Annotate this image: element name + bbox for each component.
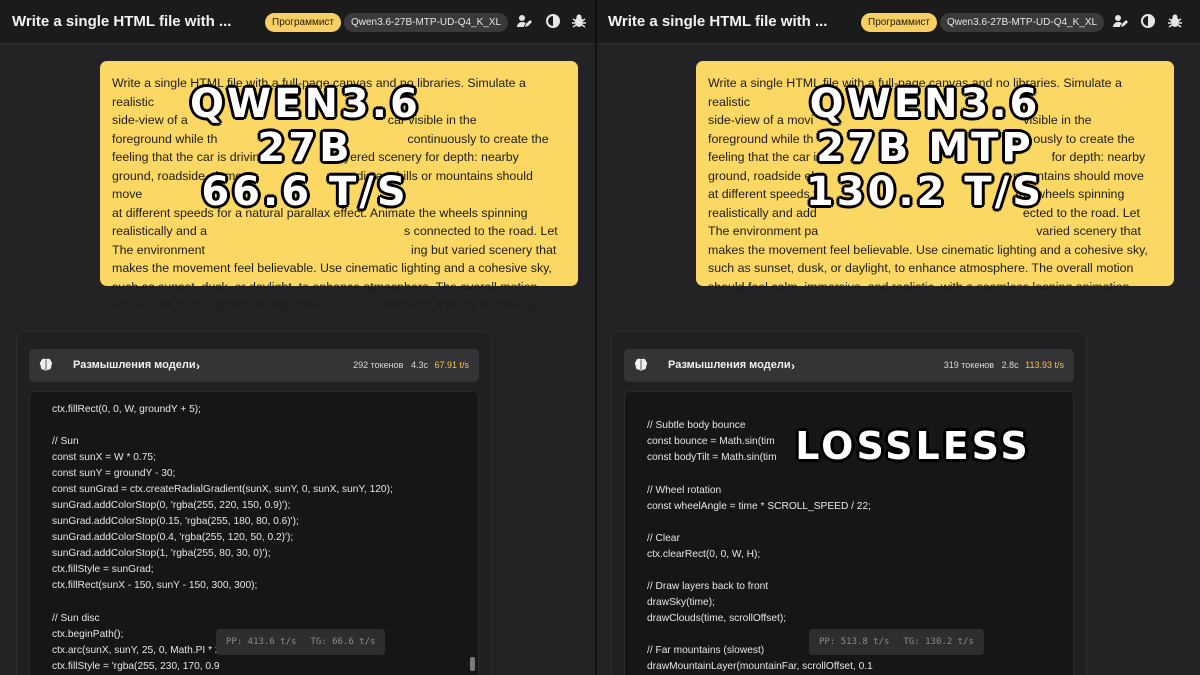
brain-icon (634, 358, 648, 371)
prompt-line: The environment pa varied scenery that (708, 224, 1141, 238)
left-topbar: Write a single HTML file with ... Програ… (0, 0, 595, 44)
code-line: const sunX = W * 0.75; (52, 452, 156, 463)
contrast-icon[interactable] (1140, 13, 1156, 29)
overlay-line: 27B (257, 125, 353, 171)
code-line: ctx.fillStyle = 'rgba(255, 230, 170, 0.9 (52, 661, 220, 672)
code-line: sunGrad.addColorStop(0.4, 'rgba(255, 120… (52, 532, 294, 543)
overlay-line: 66.6 T/S (201, 169, 409, 215)
model-badge[interactable]: Qwen3.6-27B-MTP-UD-Q4_K_XL (344, 13, 509, 32)
code-line: drawSky(time); (647, 597, 715, 608)
generation-speed-bar: PP: 413.6 t/s TG: 66.6 t/s (216, 629, 386, 655)
code-line: // Clear (647, 533, 680, 544)
bug-icon[interactable] (1167, 13, 1183, 29)
pp-speed: PP: 413.6 t/s (226, 637, 297, 647)
thinking-speed: 113.93 t/s (1025, 360, 1064, 370)
code-line: // Wheel rotation (647, 485, 722, 496)
thinking-label: Размышления модели (668, 359, 791, 371)
token-count: 292 токенов (353, 360, 404, 370)
thinking-time: 4.3с (410, 360, 428, 370)
chevron-right-icon: › (196, 359, 200, 373)
code-line: const wheelAngle = time * SCROLL_SPEED /… (647, 501, 871, 512)
thinking-stats: 292 токенов 4.3с 67.91 t/s (353, 360, 469, 370)
model-badge[interactable]: Qwen3.6-27B-MTP-UD-Q4_K_XL (940, 13, 1105, 32)
assistant-message-card: Размышления модели › 292 токенов 4.3с 67… (16, 331, 492, 675)
tg-speed: TG: 130.2 t/s (903, 637, 974, 647)
overlay-line: QWEN3.6 (190, 81, 421, 127)
user-edit-icon[interactable] (516, 13, 532, 29)
prompt-line: should feel calm, immersive, and realist… (112, 298, 537, 312)
code-line: sunGrad.addColorStop(0.15, 'rgba(255, 18… (52, 516, 299, 527)
prompt-line: makes the movement feel believable. Use … (112, 261, 552, 275)
code-line: // Sun disc (52, 613, 100, 624)
code-line: ctx.clearRect(0, 0, W, H); (647, 549, 761, 560)
brain-icon (39, 358, 53, 371)
overlay-line: QWEN3.6 (809, 81, 1041, 127)
token-count: 319 токенов (943, 360, 995, 370)
prompt-line: such as sunset, dusk, or daylight, to en… (112, 279, 538, 294)
right-chat-pane: Write a single HTML file with ... Програ… (597, 0, 1200, 675)
overlay-line: 27B MTP (816, 125, 1034, 171)
code-line: ctx.arc(sunX, sunY, 25, 0, Math.PI * 2); (52, 645, 227, 656)
code-line: // Far mountains (slowest) (647, 645, 765, 656)
code-line: ctx.beginPath(); (52, 629, 124, 640)
code-line: // Draw layers back to front (647, 581, 769, 592)
bug-icon[interactable] (571, 13, 587, 29)
code-line: drawClouds(time, scrollOffset); (647, 613, 787, 624)
code-line: const sunGrad = ctx.createRadialGradient… (52, 484, 393, 495)
thinking-speed: 67.91 t/s (434, 360, 469, 370)
thinking-time: 2.8с (1001, 360, 1019, 370)
pp-speed: PP: 513.8 t/s (819, 637, 890, 647)
user-edit-icon[interactable] (1112, 13, 1128, 29)
assistant-message-card: Размышления модели › 319 токенов 2.8с 11… (611, 331, 1087, 675)
code-line: const bodyTilt = Math.sin(tim (647, 452, 777, 463)
code-line: const sunY = groundY - 30; (52, 468, 176, 479)
left-chat-pane: Write a single HTML file with ... Програ… (0, 0, 595, 675)
code-line: drawMountainLayer(mountainFar, scrollOff… (647, 661, 873, 672)
prompt-line: such as sunset, dusk, or daylight, to en… (708, 261, 1134, 275)
chat-title[interactable]: Write a single HTML file with ... (608, 13, 827, 30)
prompt-line: The environment ing but varied scenery th… (112, 242, 557, 257)
code-line: sunGrad.addColorStop(1, 'rgba(255, 80, 3… (52, 548, 271, 559)
prompt-line: makes the movement feel believable. Use … (708, 242, 1148, 257)
thinking-stats: 319 токенов 2.8с 113.93 t/s (944, 360, 1064, 370)
role-badge[interactable]: Программист (861, 13, 937, 32)
contrast-icon[interactable] (545, 13, 561, 29)
code-line: ctx.fillRect(sunX - 150, sunY - 150, 300… (52, 580, 258, 591)
code-line: ctx.fillStyle = sunGrad; (52, 564, 154, 575)
overlay-line: 130.2 T/S (805, 169, 1045, 215)
prompt-line: should feel calm, immersive, and realist… (708, 279, 1133, 294)
code-line: // Sun (52, 436, 79, 447)
right-topbar: Write a single HTML file with ... Програ… (597, 0, 1200, 44)
role-badge[interactable]: Программист (265, 13, 341, 32)
lossless-overlay-caption: LOSSLESS (795, 424, 1031, 468)
tg-speed: TG: 66.6 t/s (310, 637, 376, 647)
chevron-right-icon: › (791, 359, 795, 373)
scrollbar[interactable] (470, 657, 475, 671)
prompt-line: realistically and as connected to the ro… (112, 224, 558, 238)
thinking-label: Размышления модели (73, 359, 196, 371)
speed-overlay-caption: QWEN3.6 27B MTP 130.2 T/S (805, 82, 1045, 214)
chat-title[interactable]: Write a single HTML file with ... (12, 13, 231, 30)
code-line: ctx.fillRect(0, 0, W, groundY + 5); (52, 404, 202, 415)
thinking-toggle[interactable]: Размышления модели › 319 токенов 2.8с 11… (624, 349, 1074, 382)
speed-overlay-caption: QWEN3.6 27B 66.6 T/S (190, 82, 420, 214)
code-line: sunGrad.addColorStop(0, 'rgba(255, 220, … (52, 500, 291, 511)
code-line: const bounce = Math.sin(tim (647, 436, 775, 447)
thinking-toggle[interactable]: Размышления модели › 292 токенов 4.3с 67… (29, 349, 479, 382)
generation-speed-bar: PP: 513.8 t/s TG: 130.2 t/s (809, 629, 984, 655)
code-line: // Subtle body bounce (647, 420, 746, 431)
